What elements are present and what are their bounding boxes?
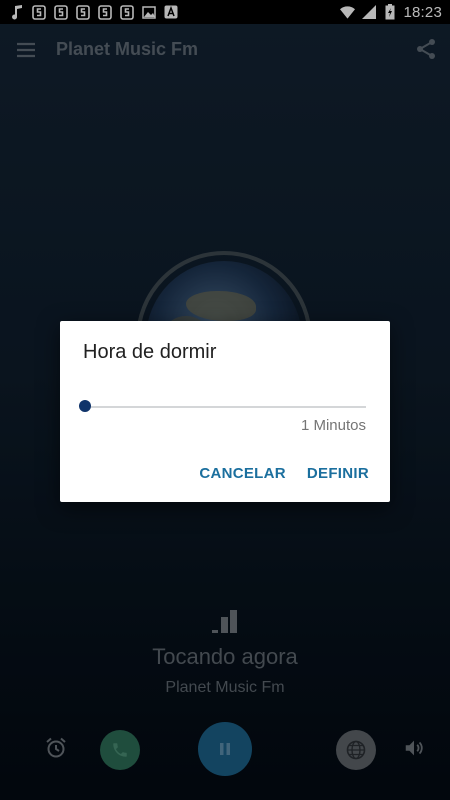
sleep-timer-slider[interactable]: [79, 400, 366, 414]
dialog-actions: CANCELAR DEFINIR: [199, 465, 369, 482]
dialog-title: Hora de dormir: [83, 341, 217, 363]
set-button[interactable]: DEFINIR: [307, 465, 369, 482]
sleep-timer-dialog: Hora de dormir 1 Minutos CANCELAR DEFINI…: [60, 321, 390, 502]
slider-track[interactable]: [85, 406, 366, 408]
slider-thumb[interactable]: [79, 400, 91, 412]
cancel-button[interactable]: CANCELAR: [199, 465, 286, 482]
slider-value: 1 Minutos: [300, 417, 366, 434]
